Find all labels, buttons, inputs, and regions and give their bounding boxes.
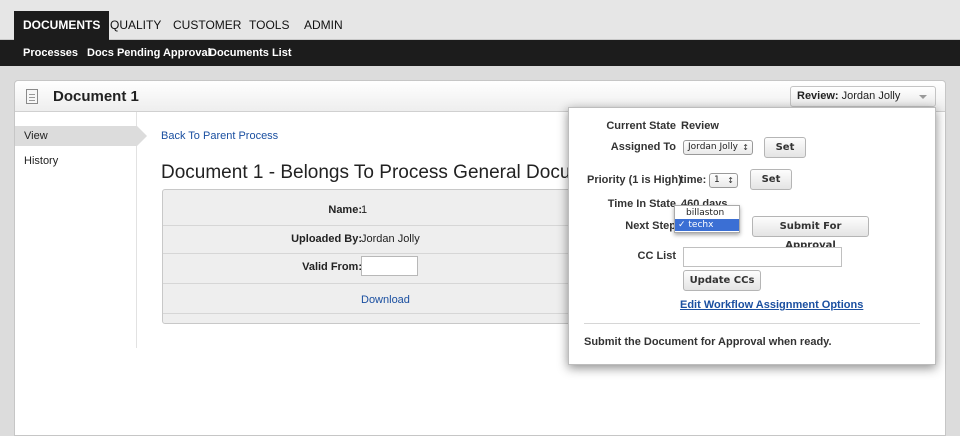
cc-list-label: CC List [637, 250, 677, 262]
tab-customer[interactable]: CUSTOMER [164, 11, 250, 40]
sub-navigation: Processes Docs Pending Approval Document… [0, 40, 960, 66]
current-state-value: Review [681, 120, 719, 132]
divider [163, 283, 581, 284]
divider [163, 313, 581, 314]
time-in-state-label: Time In State [607, 198, 676, 210]
next-step-label: Next Step [625, 220, 676, 232]
name-label: Name: [328, 204, 362, 216]
priority-select[interactable]: 1 ↕ [709, 173, 738, 188]
valid-from-input[interactable] [361, 256, 418, 276]
valid-from-label: Valid From: [302, 261, 362, 273]
next-step-option-techx[interactable]: ✓ techx [675, 219, 739, 231]
document-heading: Document 1 - Belongs To Process General … [161, 162, 604, 183]
page-title: Document 1 [53, 88, 139, 105]
tab-documents[interactable]: DOCUMENTS [14, 11, 110, 40]
edit-workflow-link[interactable]: Edit Workflow Assignment Options [680, 299, 863, 311]
review-label: Review: [797, 90, 839, 102]
back-to-parent-link[interactable]: Back To Parent Process [161, 130, 278, 142]
divider [163, 253, 581, 254]
top-navigation: DOCUMENTS QUALITY CUSTOMER TOOLS ADMIN [0, 0, 960, 40]
download-link[interactable]: Download [361, 294, 410, 306]
side-navigation: View History [15, 112, 147, 348]
sidebar-item-history[interactable]: History [15, 151, 137, 171]
current-state-label: Current State [606, 120, 676, 132]
review-assignee-select[interactable]: Review: Jordan Jolly [790, 86, 936, 107]
assigned-to-select[interactable]: Jordan Jolly ↕ [683, 140, 753, 155]
time-label: time: [680, 174, 707, 186]
set-assignee-button[interactable]: Set [764, 137, 806, 158]
submit-for-approval-button[interactable]: Submit For Approval [752, 216, 869, 251]
workflow-popup: Current State Review Assigned To Jordan … [568, 107, 936, 365]
tab-tools[interactable]: TOOLS [240, 11, 298, 40]
select-arrows-icon: ↕ [742, 143, 749, 152]
uploaded-by-label: Uploaded By: [291, 233, 362, 245]
tab-admin[interactable]: ADMIN [295, 11, 352, 40]
instruction-text: Submit the Document for Approval when re… [584, 336, 832, 348]
chevron-down-icon [919, 95, 927, 99]
sidebar-item-view[interactable]: View [15, 126, 147, 146]
tab-quality[interactable]: QUALITY [101, 11, 170, 40]
subnav-docs-pending-approval[interactable]: Docs Pending Approval [87, 40, 211, 66]
document-icon [26, 89, 38, 104]
document-details: Name: 1 Uploaded By: Jordan Jolly Valid … [162, 189, 582, 324]
select-arrows-icon: ↕ [727, 176, 734, 185]
divider [584, 323, 920, 324]
priority-label: Priority (1 is High) [587, 174, 682, 186]
assigned-to-value: Jordan Jolly [688, 142, 738, 152]
review-value: Jordan Jolly [841, 90, 901, 102]
set-priority-button[interactable]: Set [750, 169, 792, 190]
cc-list-input[interactable] [683, 247, 842, 267]
uploaded-by-value: Jordan Jolly [361, 233, 420, 245]
subnav-processes[interactable]: Processes [23, 40, 78, 66]
divider [163, 225, 581, 226]
next-step-dropdown[interactable]: billaston ✓ techx [674, 205, 740, 233]
assigned-to-label: Assigned To [610, 141, 676, 153]
subnav-documents-list[interactable]: Documents List [209, 40, 292, 66]
name-value: 1 [361, 204, 368, 216]
update-ccs-button[interactable]: Update CCs [683, 270, 761, 291]
priority-value: 1 [714, 175, 720, 185]
next-step-option-billaston[interactable]: billaston [675, 207, 739, 219]
